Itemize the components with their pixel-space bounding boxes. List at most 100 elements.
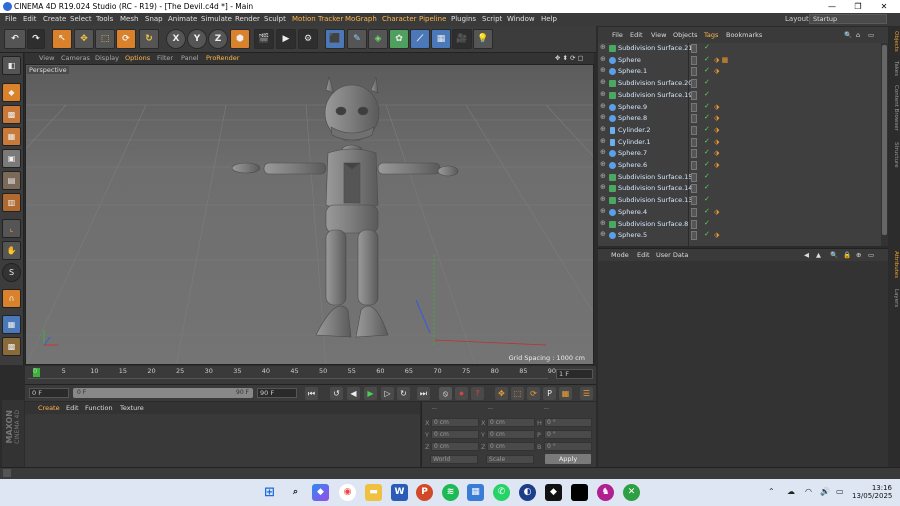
object-row[interactable]: ⊕ Sphere.4 ✓ ⬗: [598, 207, 881, 219]
pen-spline-icon[interactable]: ✎: [347, 29, 367, 49]
enabled-check-icon[interactable]: ✓: [704, 125, 710, 133]
menu-plugins[interactable]: Plugins: [451, 15, 476, 23]
menu-edit[interactable]: Edit: [23, 15, 37, 23]
om-menu-view[interactable]: View: [651, 31, 666, 39]
expand-toggle-icon[interactable]: ⊕: [600, 66, 606, 74]
object-tags[interactable]: ⬗: [714, 114, 719, 122]
key-scale-icon[interactable]: ⬚: [511, 387, 524, 400]
live-selection-icon[interactable]: ↖: [52, 29, 72, 49]
object-tags[interactable]: ⬗ ▦: [714, 56, 728, 64]
scale-mode-select[interactable]: Scale: [486, 455, 534, 464]
visibility-toggle[interactable]: [691, 207, 697, 217]
windows-start-icon[interactable]: ⊞: [261, 484, 278, 501]
object-row[interactable]: ⊕ Cylinder.1 ✓ ⬗: [598, 137, 881, 149]
apply-button[interactable]: Apply: [545, 454, 591, 464]
visibility-toggle[interactable]: [691, 161, 697, 170]
position-y-field[interactable]: 0 cm: [431, 430, 479, 439]
powerpoint-icon[interactable]: P: [416, 484, 433, 501]
side-tab-layers[interactable]: Layers: [890, 289, 899, 307]
visibility-toggle[interactable]: [691, 67, 697, 77]
om-menu-bookmarks[interactable]: Bookmarks: [726, 31, 762, 39]
onedrive-icon[interactable]: ☁: [787, 487, 795, 496]
next-key-icon[interactable]: ↻: [397, 387, 410, 400]
axis-mode-icon[interactable]: ⌞: [2, 219, 21, 238]
object-row[interactable]: ⊕ Sphere.6 ✓ ⬗: [598, 160, 881, 172]
object-tags[interactable]: ⬗: [714, 67, 719, 75]
undo-icon[interactable]: ↶: [4, 29, 26, 49]
object-row[interactable]: ⊕ Sphere.7 ✓ ⬗: [598, 148, 881, 160]
expand-toggle-icon[interactable]: ⊕: [600, 230, 606, 238]
expand-toggle-icon[interactable]: ⊕: [600, 148, 606, 156]
enabled-check-icon[interactable]: ✓: [704, 137, 710, 145]
enabled-check-icon[interactable]: ✓: [704, 195, 710, 203]
visibility-toggle[interactable]: [691, 102, 697, 112]
texture-mode-icon[interactable]: ▩: [2, 105, 21, 124]
tweak-mode-icon[interactable]: ✋: [2, 241, 21, 260]
rotation-h-field[interactable]: 0 °: [544, 418, 592, 427]
key-position-icon[interactable]: ✥: [495, 387, 508, 400]
terminal-icon[interactable]: [571, 484, 588, 501]
position-x-field[interactable]: 0 cm: [431, 418, 479, 427]
am-menu-user-data[interactable]: User Data: [656, 251, 688, 259]
side-tab-attributes[interactable]: Attributes: [890, 251, 899, 278]
visibility-toggle[interactable]: [691, 137, 697, 147]
viewport-menu-cameras[interactable]: Cameras: [61, 54, 90, 62]
z-axis-lock[interactable]: Z: [208, 29, 228, 49]
om-menu-file[interactable]: File: [612, 31, 623, 39]
menu-snap[interactable]: Snap: [145, 15, 163, 23]
visibility-toggle[interactable]: [691, 114, 697, 124]
coordinate-system-icon[interactable]: ⬢: [230, 29, 250, 49]
bend-deformer-icon[interactable]: ⟋: [410, 29, 430, 49]
object-row[interactable]: ⊕ Sphere.8 ✓ ⬗: [598, 113, 881, 125]
battery-icon[interactable]: ▭: [836, 487, 844, 496]
object-name[interactable]: Sphere.6: [618, 161, 647, 169]
next-frame-icon[interactable]: ▷: [381, 387, 394, 400]
workplane-icon[interactable]: ▦: [2, 127, 21, 146]
previous-key-icon[interactable]: ↺: [330, 387, 343, 400]
light-icon[interactable]: 💡: [473, 29, 493, 49]
object-name[interactable]: Sphere.9: [618, 103, 647, 111]
object-name[interactable]: Sphere.4: [618, 208, 647, 216]
om-menu-tags[interactable]: Tags: [704, 31, 718, 39]
unity-icon[interactable]: ◆: [545, 484, 562, 501]
am-menu-edit[interactable]: Edit: [637, 251, 650, 259]
planar-workplane-icon[interactable]: ▩: [2, 337, 21, 356]
layout-select[interactable]: Startup: [809, 14, 887, 24]
maximize-button[interactable]: ❐: [846, 0, 870, 13]
end-frame-field[interactable]: 90 F: [257, 388, 297, 398]
edit-render-settings-icon[interactable]: ⚙: [298, 29, 318, 49]
expand-toggle-icon[interactable]: ⊕: [600, 219, 606, 227]
viewport-navigation-icons[interactable]: ✥ ⬍ ⟳ ▢: [555, 54, 584, 62]
object-name[interactable]: Subdivision Surface.13: [618, 196, 692, 204]
object-row[interactable]: ⊕ Subdivision Surface.14 ✓: [598, 183, 881, 195]
om-home-icon[interactable]: ⌂: [856, 31, 860, 39]
floor-icon[interactable]: ▦: [431, 29, 451, 49]
coordinate-mode-select[interactable]: World: [430, 455, 478, 464]
file-explorer-icon[interactable]: ▬: [365, 484, 382, 501]
3d-viewport[interactable]: Perspective Grid Spacing : 1000 cm: [25, 64, 594, 365]
visibility-toggle[interactable]: [691, 219, 697, 229]
enabled-check-icon[interactable]: ✓: [704, 102, 710, 110]
chrome-icon[interactable]: ◉: [339, 484, 356, 501]
expand-toggle-icon[interactable]: ⊕: [600, 55, 606, 63]
menu-window[interactable]: Window: [507, 15, 535, 23]
om-layout-icon[interactable]: ▭: [868, 31, 874, 39]
menu-help[interactable]: Help: [541, 15, 557, 23]
autokeying-icon[interactable]: ⏺: [455, 387, 468, 400]
visibility-toggle[interactable]: [691, 44, 697, 53]
subdivision-surface-icon[interactable]: ◈: [368, 29, 388, 49]
visibility-toggle[interactable]: [691, 196, 697, 206]
x-axis-lock[interactable]: X: [166, 29, 186, 49]
enabled-check-icon[interactable]: ✓: [704, 219, 710, 227]
viewport-menu-panel[interactable]: Panel: [181, 54, 199, 62]
array-icon[interactable]: ✿: [389, 29, 409, 49]
material-manager-area[interactable]: [25, 414, 420, 467]
visibility-toggle[interactable]: [691, 55, 697, 65]
viewport-menu-view[interactable]: View: [39, 54, 54, 62]
visibility-toggle[interactable]: [691, 90, 697, 100]
object-tags[interactable]: ⬗: [714, 231, 719, 239]
am-new-icon[interactable]: ⊕: [856, 251, 861, 259]
object-row[interactable]: ⊕ Sphere.5 ✓ ⬗: [598, 230, 881, 242]
viewport-menu-options[interactable]: Options: [125, 54, 150, 62]
expand-toggle-icon[interactable]: ⊕: [600, 172, 606, 180]
